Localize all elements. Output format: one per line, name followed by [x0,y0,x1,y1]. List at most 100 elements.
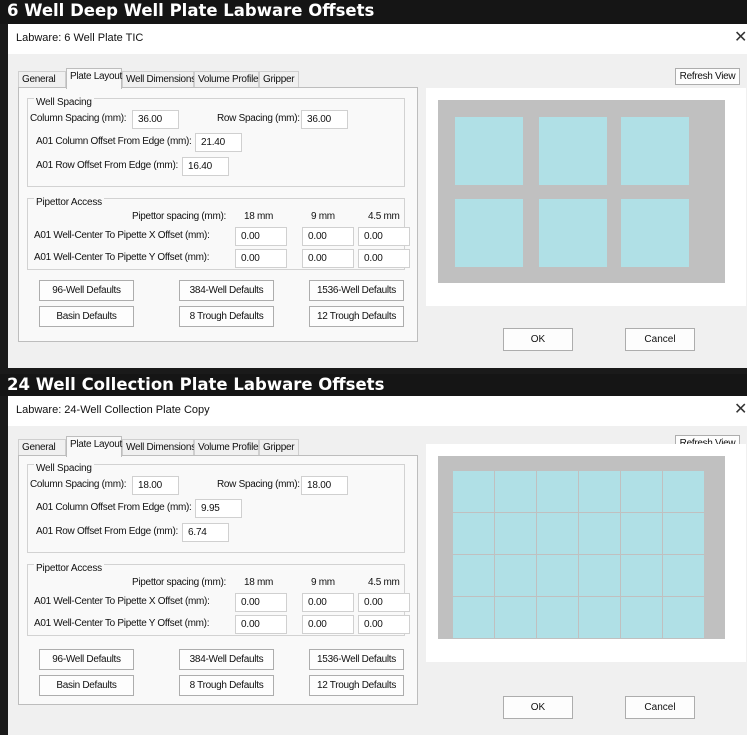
tab-general[interactable]: General [18,71,66,88]
well [455,199,523,267]
1536-well-defaults-button[interactable]: 1536-Well Defaults [309,280,404,301]
tab-plate-layout[interactable]: Plate Layout [66,68,122,89]
labware-dialog: Labware: 24-Well Collection Plate Copy ✕… [8,396,747,735]
y-offset-4-5mm-input[interactable]: 0.00 [358,249,410,268]
tab-plate-layout[interactable]: Plate Layout [66,436,122,457]
well [579,555,620,596]
y-offset-label: A01 Well-Center To Pipette Y Offset (mm)… [34,252,210,263]
pipettor-access-label: Pipettor Access [34,563,104,574]
tab-gripper[interactable]: Gripper [259,439,299,456]
labware-dialog: Labware: 6 Well Plate TIC ✕ General Plat… [8,24,747,368]
ok-button[interactable]: OK [503,328,573,351]
y-offset-18mm-input[interactable]: 0.00 [235,249,287,268]
well-spacing-group: Well Spacing Column Spacing (mm): 36.00 … [27,97,405,187]
close-icon[interactable]: ✕ [734,402,747,418]
plate-preview [426,444,746,662]
well [495,513,536,554]
well [621,117,689,185]
well [663,513,704,554]
well [539,199,607,267]
row-offset-input[interactable]: 16.40 [182,157,229,176]
well [663,597,704,638]
pipettor-access-label: Pipettor Access [34,197,104,208]
refresh-view-button[interactable]: Refresh View [675,68,740,85]
well [453,555,494,596]
col-offset-label: A01 Column Offset From Edge (mm): [36,136,192,147]
384-well-defaults-button[interactable]: 384-Well Defaults [179,649,274,670]
title-bar: Labware: 24-Well Collection Plate Copy ✕ [8,396,747,426]
y-offset-9mm-input[interactable]: 0.00 [302,615,354,634]
close-icon[interactable]: ✕ [734,30,747,46]
tab-volume-profile[interactable]: Volume Profile [194,439,259,456]
column-spacing-input[interactable]: 36.00 [132,110,179,129]
well [495,555,536,596]
well [453,513,494,554]
y-offset-4-5mm-input[interactable]: 0.00 [358,615,410,634]
x-offset-18mm-input[interactable]: 0.00 [235,227,287,246]
pipettor-access-group: Pipettor Access Pipettor spacing (mm): 1… [27,563,410,636]
spacing-18mm: 18 mm [244,577,274,588]
cancel-button[interactable]: Cancel [625,328,695,351]
spacing-9mm: 9 mm [311,577,335,588]
tab-well-dimensions[interactable]: Well Dimensions [122,71,196,88]
tab-volume-profile[interactable]: Volume Profile [194,71,259,88]
y-offset-18mm-input[interactable]: 0.00 [235,615,287,634]
tab-gripper[interactable]: Gripper [259,71,299,88]
plate-layout-panel: Well Spacing Column Spacing (mm): 36.00 … [18,87,418,342]
row-spacing-input[interactable]: 36.00 [301,110,348,129]
column-spacing-label: Column Spacing (mm): [30,479,127,490]
well [539,117,607,185]
row-offset-label: A01 Row Offset From Edge (mm): [36,526,178,537]
col-offset-input[interactable]: 21.40 [195,133,242,152]
well [621,471,662,512]
spacing-18mm: 18 mm [244,211,274,222]
x-offset-label: A01 Well-Center To Pipette X Offset (mm)… [34,596,210,607]
spacing-4-5mm: 4.5 mm [368,577,400,588]
tab-general[interactable]: General [18,439,66,456]
tab-well-dimensions[interactable]: Well Dimensions [122,439,196,456]
well [453,597,494,638]
plate-graphic [438,456,725,639]
row-spacing-label: Row Spacing (mm): [217,479,300,490]
384-well-defaults-button[interactable]: 384-Well Defaults [179,280,274,301]
x-offset-4-5mm-input[interactable]: 0.00 [358,227,410,246]
well [537,597,578,638]
ok-button[interactable]: OK [503,696,573,719]
cancel-button[interactable]: Cancel [625,696,695,719]
8-trough-defaults-button[interactable]: 8 Trough Defaults [179,675,274,696]
spacing-9mm: 9 mm [311,211,335,222]
y-offset-label: A01 Well-Center To Pipette Y Offset (mm)… [34,618,210,629]
x-offset-9mm-input[interactable]: 0.00 [302,227,354,246]
x-offset-18mm-input[interactable]: 0.00 [235,593,287,612]
well [455,117,523,185]
well [579,513,620,554]
window-title: Labware: 6 Well Plate TIC [16,32,144,44]
well [495,597,536,638]
well [579,597,620,638]
plate-graphic [438,100,725,283]
12-trough-defaults-button[interactable]: 12 Trough Defaults [309,675,404,696]
row-offset-label: A01 Row Offset From Edge (mm): [36,160,178,171]
column-spacing-input[interactable]: 18.00 [132,476,179,495]
x-offset-9mm-input[interactable]: 0.00 [302,593,354,612]
12-trough-defaults-button[interactable]: 12 Trough Defaults [309,306,404,327]
well-spacing-group: Well Spacing Column Spacing (mm): 18.00 … [27,463,405,553]
x-offset-4-5mm-input[interactable]: 0.00 [358,593,410,612]
basin-defaults-button[interactable]: Basin Defaults [39,306,134,327]
row-spacing-input[interactable]: 18.00 [301,476,348,495]
well [537,555,578,596]
pipettor-spacing-label: Pipettor spacing (mm): [132,211,226,222]
basin-defaults-button[interactable]: Basin Defaults [39,675,134,696]
col-offset-label: A01 Column Offset From Edge (mm): [36,502,192,513]
row-offset-input[interactable]: 6.74 [182,523,229,542]
8-trough-defaults-button[interactable]: 8 Trough Defaults [179,306,274,327]
section-banner: 6 Well Deep Well Plate Labware Offsets [0,0,747,24]
pipettor-access-group: Pipettor Access Pipettor spacing (mm): 1… [27,197,410,270]
y-offset-9mm-input[interactable]: 0.00 [302,249,354,268]
96-well-defaults-button[interactable]: 96-Well Defaults [39,649,134,670]
col-offset-input[interactable]: 9.95 [195,499,242,518]
title-bar: Labware: 6 Well Plate TIC ✕ [8,24,747,54]
1536-well-defaults-button[interactable]: 1536-Well Defaults [309,649,404,670]
well [621,199,689,267]
96-well-defaults-button[interactable]: 96-Well Defaults [39,280,134,301]
